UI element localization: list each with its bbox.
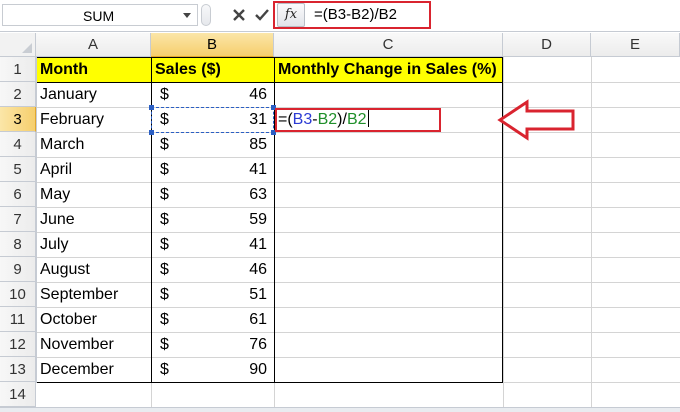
reference-b3: B3 — [292, 111, 313, 128]
cell-sales[interactable]: 41 — [177, 157, 267, 182]
row-header-3[interactable]: 3 — [0, 107, 36, 132]
currency-symbol: $ — [160, 361, 169, 378]
cell-month[interactable]: February — [40, 107, 150, 132]
currency-symbol: $ — [160, 286, 169, 303]
cell-sales[interactable]: 61 — [177, 307, 267, 332]
cell-sales[interactable]: 90 — [177, 357, 267, 382]
cell-b1[interactable]: Sales ($) — [155, 57, 273, 82]
row-header-5[interactable]: 5 — [0, 157, 36, 182]
row-header-14[interactable]: 14 — [0, 382, 36, 407]
cell-month[interactable]: January — [40, 82, 150, 107]
row-header-2[interactable]: 2 — [0, 82, 36, 107]
currency-symbol: $ — [160, 186, 169, 203]
cell-sales[interactable]: 41 — [177, 232, 267, 257]
formula-bar: SUM fx =(B3-B2)/B2 — [0, 0, 680, 32]
row-header-4[interactable]: 4 — [0, 132, 36, 157]
annotation-arrow-icon — [497, 99, 575, 141]
column-header-c[interactable]: C — [274, 33, 503, 57]
row-header-11[interactable]: 11 — [0, 307, 36, 332]
cell-c3-formula[interactable]: =(B3-B2)/B2 — [278, 108, 369, 132]
cell-sales[interactable]: 46 — [177, 257, 267, 282]
currency-symbol: $ — [160, 311, 169, 328]
cell-month[interactable]: November — [40, 332, 150, 357]
row-header-13[interactable]: 13 — [0, 357, 36, 382]
select-all-button[interactable] — [0, 33, 36, 57]
cell-month[interactable]: June — [40, 207, 150, 232]
currency-symbol: $ — [160, 161, 169, 178]
row-header-1[interactable]: 1 — [0, 57, 36, 82]
cell-month[interactable]: September — [40, 282, 150, 307]
cell-month[interactable]: April — [40, 157, 150, 182]
cell-month[interactable]: October — [40, 307, 150, 332]
cell-sales[interactable]: 63 — [177, 182, 267, 207]
reference-b2: B2 — [317, 111, 338, 128]
name-box[interactable]: SUM — [2, 4, 198, 26]
cell-month[interactable]: December — [40, 357, 150, 382]
text-cursor — [367, 110, 369, 127]
sheet-tab-bar — [0, 407, 680, 412]
currency-symbol: $ — [160, 136, 169, 153]
column-header-e[interactable]: E — [591, 33, 680, 57]
formula-bar-grip[interactable] — [201, 4, 211, 26]
cell-month[interactable]: March — [40, 132, 150, 157]
currency-symbol: $ — [160, 86, 169, 103]
row-header-10[interactable]: 10 — [0, 282, 36, 307]
chevron-down-icon[interactable] — [183, 13, 191, 18]
cell-sales[interactable]: 76 — [177, 332, 267, 357]
name-box-value: SUM — [83, 8, 115, 24]
cell-sales[interactable]: 85 — [177, 132, 267, 157]
column-header-b[interactable]: B — [151, 33, 274, 57]
row-header-6[interactable]: 6 — [0, 182, 36, 207]
row-header-12[interactable]: 12 — [0, 332, 36, 357]
cell-month[interactable]: August — [40, 257, 150, 282]
row-header-9[interactable]: 9 — [0, 257, 36, 282]
cell-sales[interactable]: 46 — [177, 82, 267, 107]
cell-month[interactable]: May — [40, 182, 150, 207]
selection-handle[interactable] — [149, 130, 154, 135]
currency-symbol: $ — [160, 236, 169, 253]
reference-b2: B2 — [346, 111, 367, 128]
referenced-cell-b3 — [151, 107, 274, 133]
cell-sales[interactable]: 51 — [177, 282, 267, 307]
row-header-7[interactable]: 7 — [0, 207, 36, 232]
enter-check-icon[interactable] — [254, 6, 270, 24]
column-header-a[interactable]: A — [36, 33, 151, 57]
currency-symbol: $ — [160, 261, 169, 278]
row-header-8[interactable]: 8 — [0, 232, 36, 257]
currency-symbol: $ — [160, 211, 169, 228]
cancel-icon[interactable] — [231, 6, 247, 24]
column-header-d[interactable]: D — [503, 33, 591, 57]
cell-sales[interactable]: 59 — [177, 207, 267, 232]
formula-highlight-box — [273, 1, 431, 29]
selection-handle[interactable] — [149, 105, 154, 110]
currency-symbol: $ — [160, 336, 169, 353]
cell-c1[interactable]: Monthly Change in Sales (%) — [278, 57, 502, 82]
cell-a1[interactable]: Month — [40, 57, 150, 82]
cell-month[interactable]: July — [40, 232, 150, 257]
